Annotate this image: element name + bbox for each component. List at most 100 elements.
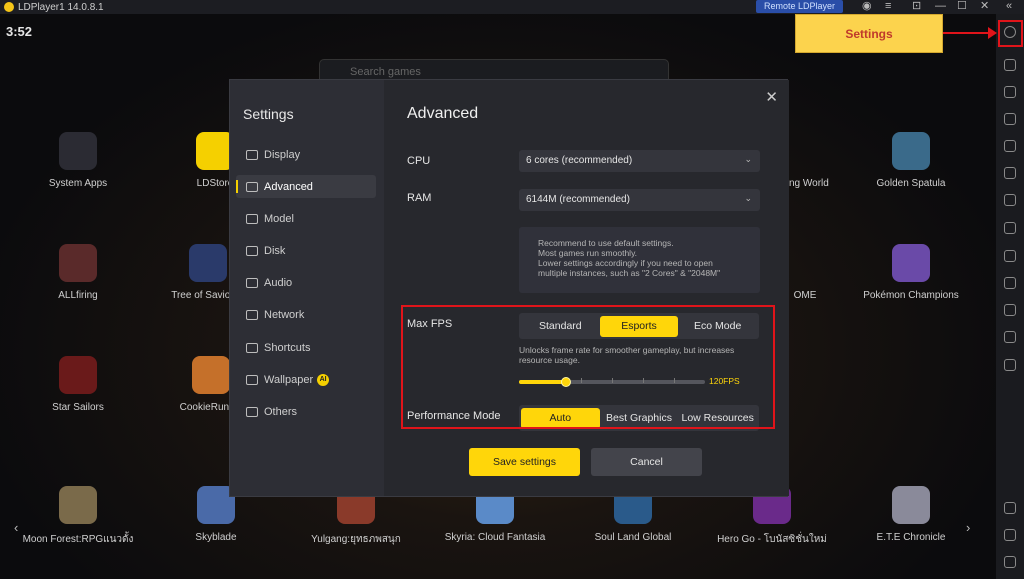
app-label: Skyria: Cloud Fantasia [444,532,546,543]
home-icon[interactable] [1004,529,1016,541]
settings-dialog: Settings Display Advanced Model Disk Aud… [229,79,789,497]
nav-item-audio[interactable]: Audio [236,271,376,294]
record-icon[interactable] [1004,277,1016,289]
close-window-button[interactable]: ✕ [980,0,989,13]
ai-badge: AI [317,373,330,386]
close-dialog-icon[interactable]: ✕ [765,88,778,106]
app-label: Soul Land Global [594,532,672,543]
ram-value: 6144M (recommended) [526,194,630,205]
dialog-title: Settings [243,106,294,122]
volume-down-icon[interactable] [1004,113,1016,125]
settings-nav: Settings Display Advanced Model Disk Aud… [230,80,384,496]
nav-item-disk[interactable]: Disk [236,239,376,262]
nav-item-others[interactable]: Others [236,400,376,423]
app-pokemon-champions[interactable]: Pokémon Champions [846,244,976,301]
minimize-button[interactable]: — [935,0,946,13]
settings-highlight-box [998,20,1023,47]
network-icon [246,309,258,320]
nav-label: Disk [264,244,286,257]
page-prev-icon[interactable]: ‹ [14,520,18,535]
nav-item-wallpaper[interactable]: Wallpaper AI [236,368,376,391]
location-icon[interactable] [1004,359,1016,371]
app-label: Hero Go - โบนัสซิชั่นใหม่ [717,534,827,545]
app-label: Skyblade [195,532,237,543]
cpu-value: 6 cores (recommended) [526,155,633,166]
status-clock: 3:52 [6,24,33,39]
ram-select[interactable]: 6144M (recommended) ⌄ [519,189,760,211]
disk-icon [246,245,258,256]
app-label: System Apps [48,178,108,189]
apk-install-icon[interactable] [1004,194,1016,206]
app-ete-chronicle[interactable]: E.T.E Chronicle [846,486,976,543]
resource-note: Recommend to use default settings. Most … [519,227,760,293]
app-icon [59,244,97,282]
save-settings-button[interactable]: Save settings [469,448,580,476]
menu-icon[interactable]: ≡ [885,0,891,13]
app-label: LDStore [196,178,234,189]
app-label: Yulgang:ยุทธภพสนุก [311,534,401,545]
ldplayer-logo-icon [4,2,14,12]
keyboard-icon[interactable] [1004,59,1016,71]
nav-item-model[interactable]: Model [236,207,376,230]
settings-callout: Settings [795,14,943,53]
app-golden-spatula[interactable]: Golden Spatula [846,132,976,189]
ram-label: RAM [407,192,432,204]
window-title: LDPlayer1 14.0.8.1 [18,1,104,13]
nav-label: Others [264,405,298,418]
nav-label: Advanced [264,180,313,193]
app-label: Golden Spatula [876,178,946,189]
back-icon[interactable] [1004,502,1016,514]
app-label: Star Sailors [52,402,104,413]
others-icon [246,406,258,417]
cancel-button[interactable]: Cancel [591,448,702,476]
collapse-sidebar-icon[interactable]: « [1006,0,1012,13]
folder-icon[interactable] [1004,331,1016,343]
audio-icon [246,277,258,288]
app-icon [892,244,930,282]
remote-ldplayer-button[interactable]: Remote LDPlayer [756,0,844,13]
multi-instance-icon[interactable] [1004,167,1016,179]
maximize-button[interactable]: ☐ [957,0,967,13]
nav-item-display[interactable]: Display [236,143,376,166]
app-star-sailors[interactable]: Star Sailors [13,356,143,413]
app-label: ALLfiring [58,290,98,301]
cpu-select[interactable]: 6 cores (recommended) ⌄ [519,150,760,172]
advanced-icon [246,181,258,192]
chevron-down-icon: ⌄ [744,154,752,164]
nav-label: Shortcuts [264,341,311,354]
display-icon [246,149,258,160]
nav-item-network[interactable]: Network [236,303,376,326]
nav-label: Network [264,308,305,321]
model-icon [246,213,258,224]
app-label: Pokémon Champions [863,290,959,301]
shake-icon[interactable] [1004,250,1016,262]
emulator-toolbar [996,14,1024,579]
screenshot-icon[interactable] [1004,140,1016,152]
app-label: Moon Forest:RPGแนวดั้ง [22,534,134,545]
cpu-label: CPU [407,155,431,167]
app-icon [892,486,930,524]
app-label: OME [793,290,817,301]
wallpaper-icon [246,374,258,385]
nav-item-advanced[interactable]: Advanced [236,175,376,198]
app-moon-forest[interactable]: Moon Forest:RPGแนวดั้ง [13,486,143,547]
account-icon[interactable]: ◉ [862,0,872,13]
callout-arrow [943,32,993,34]
app-icon [892,132,930,170]
app-allfiring[interactable]: ALLfiring [13,244,143,301]
nav-label: Display [264,148,301,161]
recent-apps-icon[interactable] [1004,556,1016,568]
app-icon [59,132,97,170]
nav-label: Model [264,212,294,225]
chevron-down-icon: ⌄ [744,193,752,203]
title-bar: LDPlayer1 14.0.8.1 Remote LDPlayer ◉ ≡ ⊡… [0,0,1024,14]
advanced-panel: Advanced ✕ CPU 6 cores (recommended) ⌄ RA… [384,80,789,496]
sync-icon[interactable] [1004,304,1016,316]
nav-label: Wallpaper [264,373,314,386]
page-next-icon[interactable]: › [966,520,970,535]
app-system-apps[interactable]: System Apps [13,132,143,189]
restore-icon[interactable]: ⊡ [912,0,921,13]
cut-icon[interactable] [1004,222,1016,234]
volume-up-icon[interactable] [1004,86,1016,98]
nav-item-shortcuts[interactable]: Shortcuts [236,336,376,359]
